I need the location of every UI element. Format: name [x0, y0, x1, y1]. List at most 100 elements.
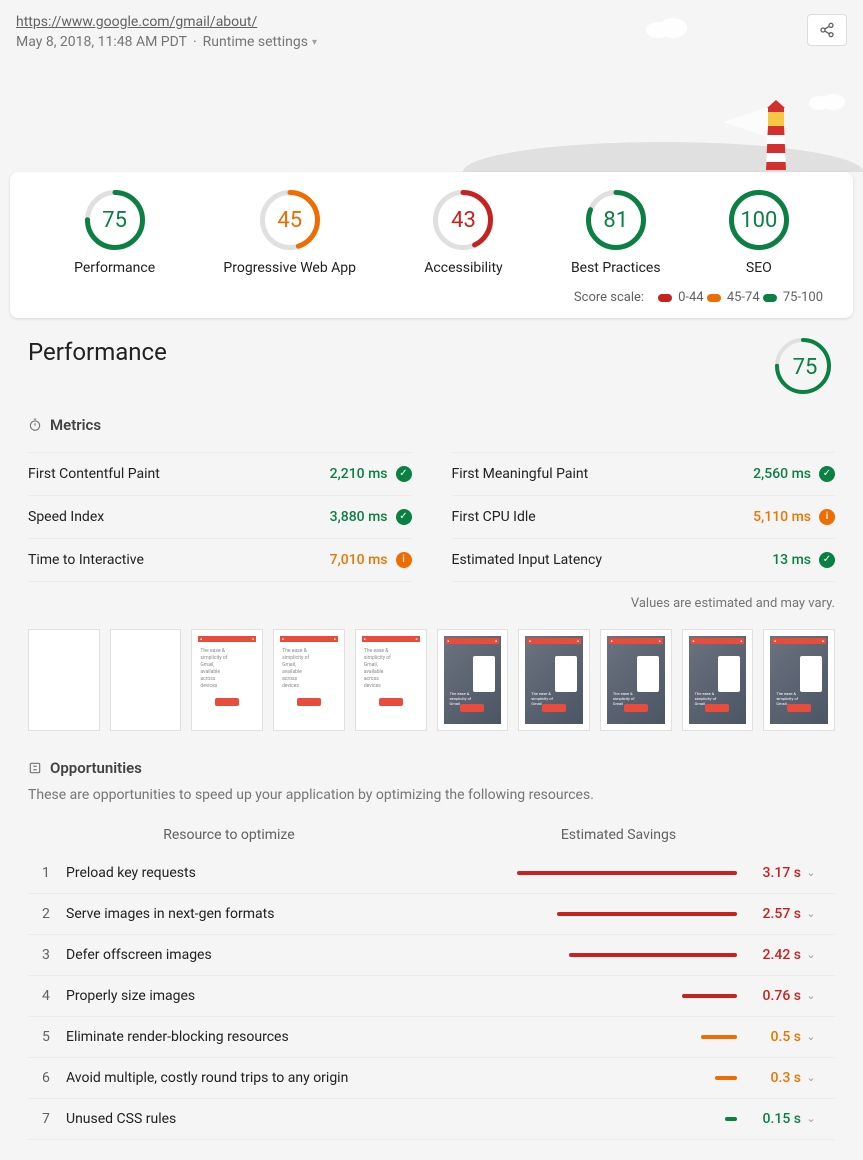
opportunities-table-header: Resource to optimize Estimated Savings [28, 817, 835, 853]
opportunity-row[interactable]: 4 Properly size images 0.76 s ⌄ [28, 976, 835, 1017]
chevron-down-icon: ⌄ [801, 948, 821, 961]
performance-section: Performance 75 Metrics First Contentful … [0, 318, 863, 1160]
metric-value: 7,010 ms i [330, 552, 412, 568]
filmstrip-frame: ■■The ease &simplicity ofGmail [682, 629, 754, 731]
filmstrip-frame: ■■The ease &simplicity ofGmail,available… [273, 629, 345, 731]
report-header: https://www.google.com/gmail/about/ May … [0, 0, 863, 172]
metric-name: First Meaningful Paint [452, 466, 589, 482]
chevron-down-icon: ⌄ [801, 1071, 821, 1084]
opportunity-row[interactable]: 2 Serve images in next-gen formats 2.57 … [28, 894, 835, 935]
opportunity-name: Preload key requests [66, 865, 409, 881]
filmstrip-frame: ■■The ease &simplicity ofGmail [437, 629, 509, 731]
metric-name: First CPU Idle [452, 509, 536, 525]
chevron-down-icon: ▾ [312, 37, 317, 48]
cloud-icon [807, 90, 847, 110]
savings-bar [557, 912, 737, 916]
metric-row[interactable]: First Meaningful Paint 2,560 ms ✓ [452, 452, 836, 496]
opportunity-name: Serve images in next-gen formats [66, 906, 409, 922]
gauge-best practices[interactable]: 81 Best Practices [571, 190, 661, 276]
savings-value: 0.5 s [745, 1029, 801, 1045]
savings-value: 2.42 s [745, 947, 801, 963]
opportunity-row[interactable]: 6 Avoid multiple, costly round trips to … [28, 1058, 835, 1099]
metric-row[interactable]: Estimated Input Latency 13 ms ✓ [452, 539, 836, 582]
info-circle-icon: i [396, 552, 412, 568]
gauge-seo[interactable]: 100 SEO [729, 190, 789, 276]
check-circle-icon: ✓ [396, 509, 412, 525]
lighthouse-icon [723, 72, 803, 172]
scale-range-orange: 45-74 [707, 290, 760, 305]
savings-bar [569, 953, 737, 957]
opportunity-row[interactable]: 3 Defer offscreen images 2.42 s ⌄ [28, 935, 835, 976]
gauge-accessibility[interactable]: 43 Accessibility [424, 190, 502, 276]
metric-row[interactable]: Speed Index 3,880 ms ✓ [28, 496, 412, 539]
report-meta: May 8, 2018, 11:48 AM PDT · Runtime sett… [16, 34, 847, 50]
score-scale-label: Score scale: [574, 290, 644, 305]
metric-row[interactable]: First Contentful Paint 2,210 ms ✓ [28, 452, 412, 496]
info-circle-icon: i [819, 509, 835, 525]
opportunity-index: 3 [42, 947, 66, 963]
share-icon [819, 22, 835, 38]
filmstrip: ■■The ease &simplicity ofGmail,available… [28, 629, 835, 731]
chevron-down-icon: ⌄ [801, 989, 821, 1002]
runtime-label: Runtime settings [203, 34, 308, 50]
opportunity-name: Properly size images [66, 988, 409, 1004]
runtime-settings-toggle[interactable]: Runtime settings ▾ [203, 34, 317, 50]
opportunity-row[interactable]: 7 Unused CSS rules 0.15 s ⌄ [28, 1099, 835, 1140]
savings-bar [701, 1035, 737, 1039]
opportunity-row[interactable]: 5 Eliminate render-blocking resources 0.… [28, 1017, 835, 1058]
opportunities-label: Opportunities [50, 759, 142, 777]
gauge-label: Best Practices [571, 260, 661, 276]
gauge-progressive web app[interactable]: 45 Progressive Web App [223, 190, 356, 276]
score-scale: Score scale: 0-44 45-74 75-100 [20, 276, 843, 306]
tested-url[interactable]: https://www.google.com/gmail/about/ [16, 14, 847, 30]
check-circle-icon: ✓ [819, 552, 835, 568]
savings-bar [725, 1117, 737, 1121]
metric-name: Time to Interactive [28, 552, 144, 568]
metric-value: 13 ms ✓ [772, 552, 835, 568]
opportunities-icon [28, 761, 42, 775]
opportunity-name: Eliminate render-blocking resources [66, 1029, 409, 1045]
check-circle-icon: ✓ [819, 466, 835, 482]
scale-range-red: 0-44 [658, 290, 704, 305]
check-circle-icon: ✓ [396, 466, 412, 482]
decoration-hill [463, 142, 863, 172]
stopwatch-icon [28, 418, 42, 432]
opportunity-row[interactable]: 1 Preload key requests 3.17 s ⌄ [28, 853, 835, 894]
metric-name: Speed Index [28, 509, 104, 525]
section-title: Performance [28, 338, 167, 366]
savings-value: 2.57 s [745, 906, 801, 922]
scale-range-green: 75-100 [763, 290, 823, 305]
savings-value: 3.17 s [745, 865, 801, 881]
gauge-label: SEO [746, 260, 772, 276]
savings-bar [517, 871, 737, 875]
metric-row[interactable]: First CPU Idle 5,110 ms i [452, 496, 836, 539]
gauge-label: Accessibility [424, 260, 502, 276]
savings-value: 0.76 s [745, 988, 801, 1004]
timestamp: May 8, 2018, 11:48 AM PDT [16, 34, 187, 50]
gauge-performance[interactable]: 75 Performance [74, 190, 155, 276]
opportunity-index: 5 [42, 1029, 66, 1045]
filmstrip-frame [28, 629, 100, 731]
filmstrip-frame: ■■The ease &simplicity ofGmail,available… [355, 629, 427, 731]
col-savings: Estimated Savings [416, 827, 821, 843]
metric-name: First Contentful Paint [28, 466, 160, 482]
opportunity-index: 6 [42, 1070, 66, 1086]
metric-value: 2,210 ms ✓ [330, 466, 412, 482]
share-button[interactable] [807, 14, 847, 46]
scores-card: 75 Performance 45 Progressive Web App 43… [10, 172, 853, 318]
performance-gauge: 75 [775, 338, 835, 398]
chevron-down-icon: ⌄ [801, 1030, 821, 1043]
gauge-label: Performance [74, 260, 155, 276]
opportunity-index: 4 [42, 988, 66, 1004]
opportunities-heading: Opportunities [28, 759, 835, 777]
savings-bar [715, 1076, 737, 1080]
metric-value: 3,880 ms ✓ [330, 509, 412, 525]
metrics-note: Values are estimated and may vary. [28, 596, 835, 611]
filmstrip-frame: ■■The ease &simplicity ofGmail [763, 629, 835, 731]
metric-row[interactable]: Time to Interactive 7,010 ms i [28, 539, 412, 582]
metric-name: Estimated Input Latency [452, 552, 602, 568]
savings-value: 0.3 s [745, 1070, 801, 1086]
opportunity-index: 2 [42, 906, 66, 922]
chevron-down-icon: ⌄ [801, 1112, 821, 1125]
gauge-label: Progressive Web App [223, 260, 356, 276]
